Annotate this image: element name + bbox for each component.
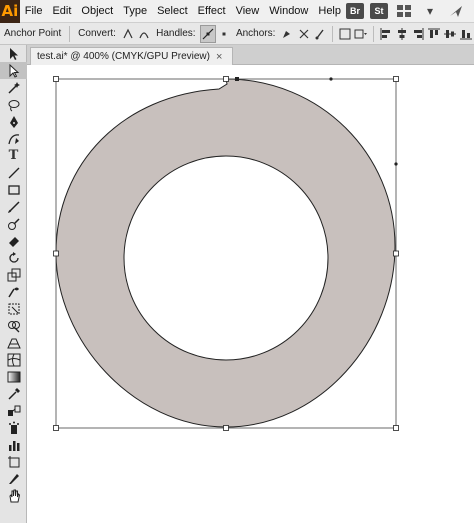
connect-anchors-icon[interactable] bbox=[295, 25, 311, 43]
artboard-canvas[interactable] bbox=[27, 65, 474, 523]
selection-tool-icon[interactable] bbox=[0, 45, 27, 62]
divider bbox=[69, 25, 71, 42]
handles-label: Handles: bbox=[156, 28, 196, 39]
curvature-tool-icon[interactable] bbox=[0, 130, 27, 147]
app-logo: Ai bbox=[0, 0, 20, 23]
show-handles-icon[interactable] bbox=[199, 24, 216, 43]
handle-middle-left[interactable] bbox=[53, 250, 59, 257]
mesh-tool-icon[interactable] bbox=[0, 351, 27, 368]
symbol-sprayer-tool-icon[interactable] bbox=[0, 419, 27, 436]
shape-builder-tool-icon[interactable] bbox=[0, 317, 27, 334]
menu-object[interactable]: Object bbox=[76, 0, 118, 23]
handle-top-center[interactable] bbox=[223, 76, 229, 82]
lasso-tool-icon[interactable] bbox=[0, 96, 27, 113]
menu-effect[interactable]: Effect bbox=[193, 0, 231, 23]
anchor-handle-point[interactable] bbox=[394, 162, 398, 166]
anchor-point-selected[interactable] bbox=[235, 77, 239, 81]
menu-help[interactable]: Help bbox=[313, 0, 346, 23]
ring-shape[interactable] bbox=[55, 78, 396, 428]
artwork bbox=[53, 76, 399, 431]
document-tab-bar: test.ai* @ 400% (CMYK/GPU Preview) × bbox=[27, 45, 474, 65]
pen-tool-icon[interactable] bbox=[0, 113, 27, 130]
send-icon[interactable] bbox=[446, 3, 466, 19]
slice-tool-icon[interactable] bbox=[0, 470, 27, 487]
cut-path-icon[interactable] bbox=[312, 25, 328, 43]
perspective-grid-tool-icon[interactable] bbox=[0, 334, 27, 351]
eraser-tool-icon[interactable] bbox=[0, 232, 27, 249]
divider bbox=[331, 25, 333, 42]
menu-edit[interactable]: Edit bbox=[47, 0, 76, 23]
align-middle-icon[interactable] bbox=[442, 25, 458, 43]
convert-smooth-icon[interactable] bbox=[136, 25, 152, 43]
menubar-right-group: Br St ▾ bbox=[346, 3, 474, 19]
menu-window[interactable]: Window bbox=[264, 0, 313, 23]
remove-anchor-icon[interactable] bbox=[279, 25, 295, 43]
direct-selection-tool-icon[interactable] bbox=[0, 62, 27, 79]
tools-panel: T bbox=[0, 45, 27, 523]
scale-tool-icon[interactable] bbox=[0, 266, 27, 283]
close-icon[interactable]: × bbox=[216, 51, 222, 63]
align-top-icon[interactable] bbox=[426, 25, 442, 43]
chevron-down-icon[interactable]: ▾ bbox=[420, 3, 440, 19]
eyedropper-tool-icon[interactable] bbox=[0, 385, 27, 402]
align-right-icon[interactable] bbox=[410, 25, 426, 43]
anchor-point-label: Anchor Point bbox=[4, 28, 62, 39]
shaper-tool-icon[interactable] bbox=[0, 215, 27, 232]
isolate-icon[interactable] bbox=[337, 25, 353, 43]
free-transform-tool-icon[interactable] bbox=[0, 300, 27, 317]
handle-top-left[interactable] bbox=[53, 76, 59, 82]
convert-corner-icon[interactable] bbox=[120, 25, 136, 43]
magic-wand-tool-icon[interactable] bbox=[0, 79, 27, 96]
hide-handles-icon[interactable] bbox=[216, 25, 232, 43]
align-bottom-icon[interactable] bbox=[458, 25, 474, 43]
rectangle-tool-icon[interactable] bbox=[0, 181, 27, 198]
artboard-tool-icon[interactable] bbox=[0, 453, 27, 470]
column-graph-tool-icon[interactable] bbox=[0, 436, 27, 453]
document-tab[interactable]: test.ai* @ 400% (CMYK/GPU Preview) × bbox=[30, 47, 234, 65]
handle-bottom-center[interactable] bbox=[223, 425, 229, 431]
gradient-tool-icon[interactable] bbox=[0, 368, 27, 385]
handle-top-right[interactable] bbox=[393, 76, 399, 82]
convert-label: Convert: bbox=[78, 28, 116, 39]
align-left-icon[interactable] bbox=[378, 25, 394, 43]
handle-bottom-right[interactable] bbox=[393, 425, 399, 431]
menu-bar: Ai File Edit Object Type Select Effect V… bbox=[0, 0, 474, 23]
warp-tool-icon[interactable] bbox=[0, 283, 27, 300]
workspace-grid-icon[interactable] bbox=[394, 3, 414, 19]
document-tab-title: test.ai* @ 400% (CMYK/GPU Preview) bbox=[37, 51, 210, 62]
blend-tool-icon[interactable] bbox=[0, 402, 27, 419]
type-tool-icon[interactable]: T bbox=[0, 147, 27, 164]
handle-middle-right[interactable] bbox=[393, 250, 399, 257]
align-center-icon[interactable] bbox=[394, 25, 410, 43]
anchor-handle-point[interactable] bbox=[329, 77, 333, 81]
paintbrush-tool-icon[interactable] bbox=[0, 198, 27, 215]
divider bbox=[372, 25, 374, 42]
transform-dropdown-icon[interactable] bbox=[353, 25, 369, 43]
anchors-label: Anchors: bbox=[235, 28, 276, 39]
bridge-button[interactable]: Br bbox=[346, 3, 364, 19]
line-segment-tool-icon[interactable] bbox=[0, 164, 27, 181]
menu-select[interactable]: Select bbox=[152, 0, 193, 23]
hand-tool-icon[interactable] bbox=[0, 487, 27, 504]
handle-bottom-left[interactable] bbox=[53, 425, 59, 431]
menu-view[interactable]: View bbox=[231, 0, 265, 23]
rotate-tool-icon[interactable] bbox=[0, 249, 27, 266]
menu-file[interactable]: File bbox=[20, 0, 48, 23]
stock-button[interactable]: St bbox=[370, 3, 388, 19]
menu-type[interactable]: Type bbox=[118, 0, 152, 23]
control-bar: Anchor Point Convert: Handles: Anchors: bbox=[0, 23, 474, 45]
